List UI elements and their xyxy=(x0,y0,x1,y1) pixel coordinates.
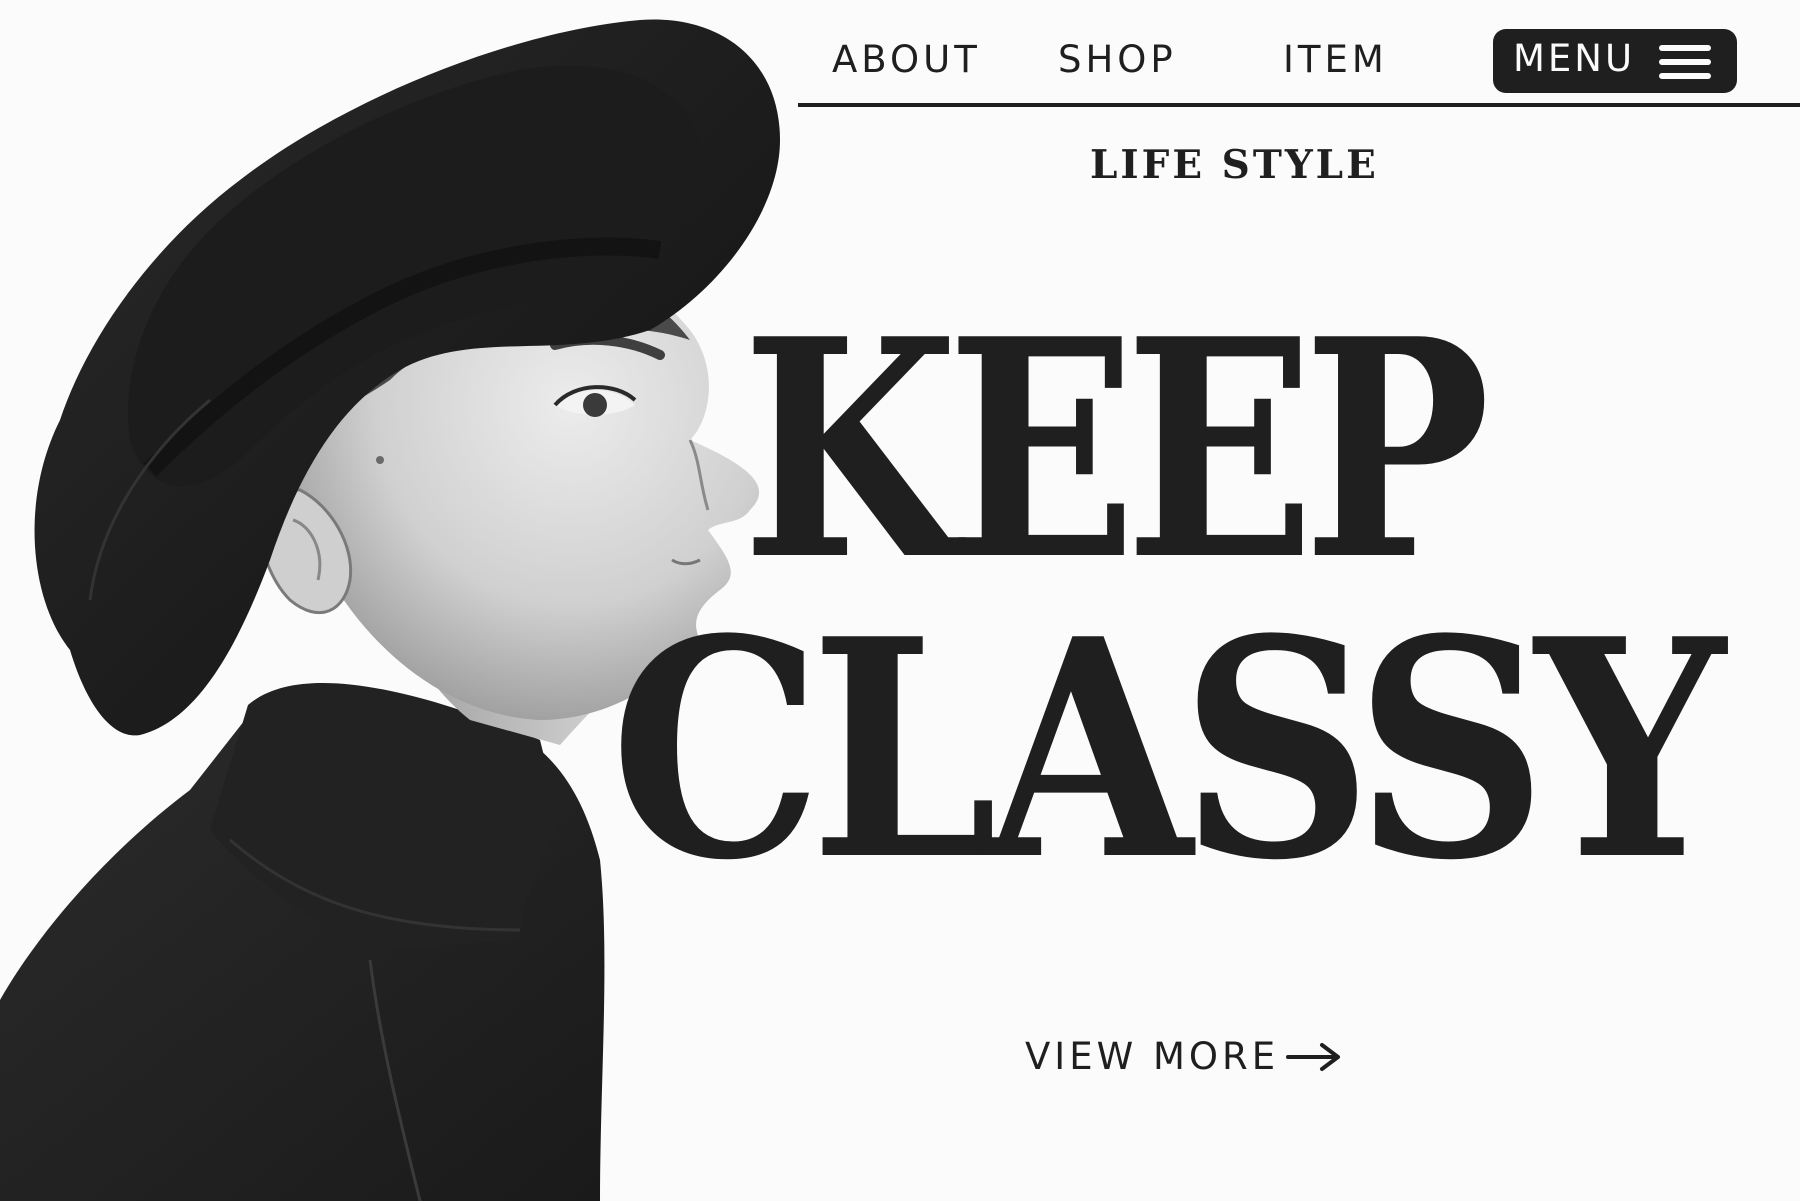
nav-link-item[interactable]: ITEM xyxy=(1283,38,1388,81)
hero-headline-line-1: KEEP xyxy=(742,273,1490,626)
hero-headline-line-2: CLASSY xyxy=(610,573,1725,926)
nav-link-shop[interactable]: SHOP xyxy=(1058,38,1177,81)
top-nav: ABOUT SHOP ITEM MENU xyxy=(800,28,1800,108)
menu-button-label: MENU xyxy=(1513,37,1636,80)
arrow-right-icon xyxy=(1286,1042,1341,1071)
hamburger-icon xyxy=(1659,45,1711,79)
menu-button[interactable]: MENU xyxy=(1493,29,1737,93)
hero-page: ABOUT SHOP ITEM MENU LIFE STYLE KEEP CLA… xyxy=(0,0,1800,1201)
hero-eyebrow: LIFE STYLE xyxy=(1090,142,1379,188)
view-more-label: VIEW MORE xyxy=(1025,1035,1280,1078)
nav-link-about[interactable]: ABOUT xyxy=(832,38,981,81)
nav-divider xyxy=(798,103,1800,107)
view-more-link[interactable]: VIEW MORE xyxy=(1025,1035,1342,1085)
